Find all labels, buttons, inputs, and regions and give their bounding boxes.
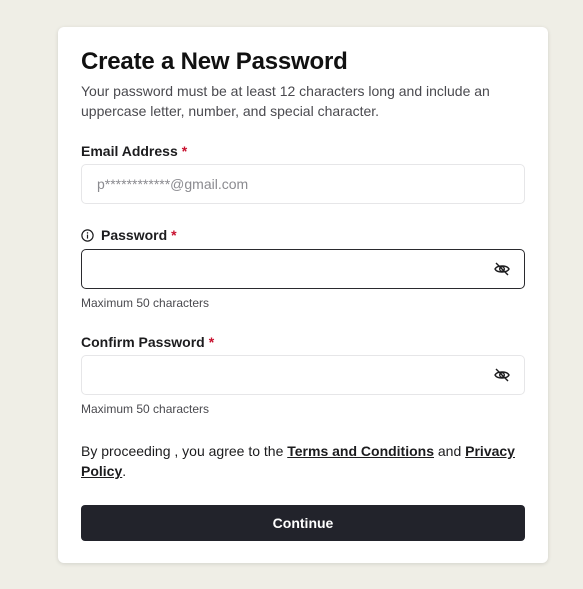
- confirm-password-label: Confirm Password *: [81, 334, 214, 350]
- password-label: Password *: [81, 227, 177, 243]
- required-asterisk: *: [208, 334, 215, 350]
- email-label: Email Address *: [81, 143, 187, 159]
- confirm-password-field[interactable]: [81, 355, 525, 395]
- password-input[interactable]: [95, 260, 493, 278]
- email-field[interactable]: [81, 164, 525, 204]
- eye-off-icon[interactable]: [493, 366, 511, 384]
- page-title: Create a New Password: [81, 48, 348, 75]
- terms-link[interactable]: Terms and Conditions: [287, 443, 434, 459]
- password-card: Create a New Password Your password must…: [58, 27, 548, 563]
- info-circle-icon[interactable]: [81, 228, 94, 242]
- terms-middle: and: [434, 443, 466, 459]
- email-label-text: Email Address: [81, 143, 178, 159]
- required-asterisk: *: [181, 143, 188, 159]
- confirm-password-label-text: Confirm Password: [81, 334, 205, 350]
- confirm-password-input[interactable]: [95, 366, 493, 384]
- email-input[interactable]: [95, 175, 511, 193]
- password-field[interactable]: [81, 249, 525, 289]
- confirm-password-hint: Maximum 50 characters: [81, 402, 210, 416]
- required-asterisk: *: [171, 227, 177, 243]
- password-requirements-text: Your password must be at least 12 charac…: [81, 83, 490, 119]
- continue-button[interactable]: Continue: [81, 505, 525, 541]
- terms-text: By proceeding , you agree to the Terms a…: [81, 441, 521, 481]
- terms-suffix: .: [122, 463, 127, 479]
- password-hint: Maximum 50 characters: [81, 296, 210, 310]
- eye-off-icon[interactable]: [493, 260, 511, 278]
- password-label-text: Password: [101, 227, 168, 243]
- terms-prefix: By proceeding , you agree to the: [81, 443, 288, 459]
